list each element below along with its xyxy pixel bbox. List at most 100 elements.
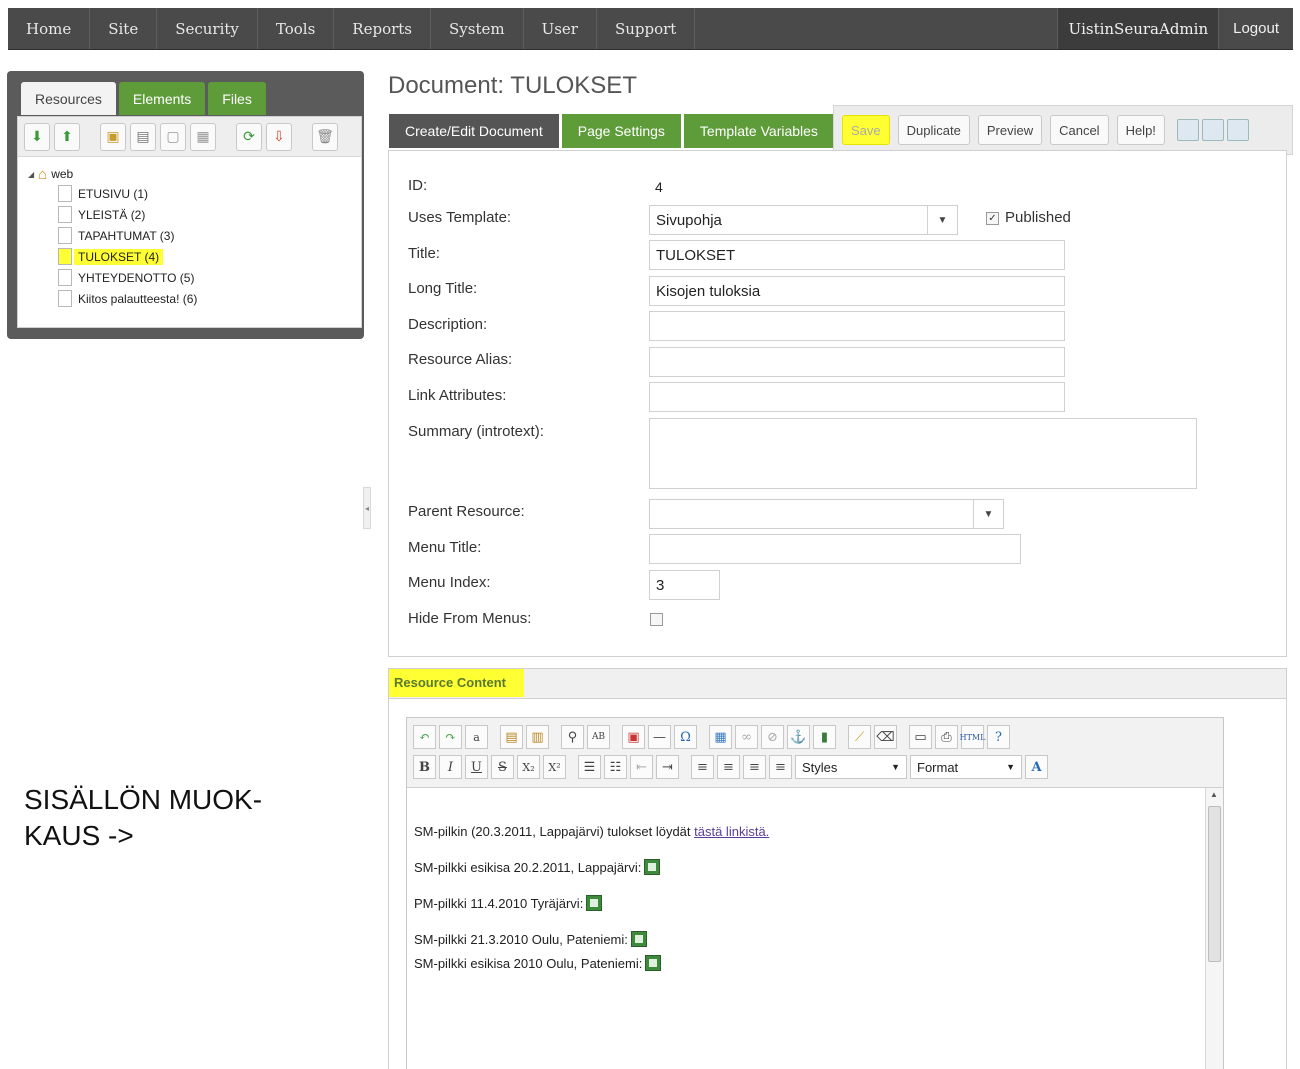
- nav-tools[interactable]: Tools: [258, 8, 335, 49]
- duplicate-button[interactable]: Duplicate: [897, 115, 970, 145]
- chevron-down-icon[interactable]: ▼: [973, 500, 1003, 528]
- unlink-icon[interactable]: ⊘: [761, 725, 784, 749]
- cancel-button[interactable]: Cancel: [1050, 115, 1109, 145]
- trash-icon[interactable]: 🗑: [312, 122, 338, 151]
- tree-node-yleista[interactable]: YLEISTÄ (2): [58, 204, 361, 225]
- tab-elements[interactable]: Elements: [118, 82, 206, 115]
- nav-reports[interactable]: Reports: [334, 8, 431, 49]
- parent-resource-select[interactable]: ▼: [649, 499, 1004, 529]
- spreadsheet-icon[interactable]: [644, 859, 661, 875]
- cleanup-icon[interactable]: ⟋: [848, 725, 871, 749]
- tab-page-settings[interactable]: Page Settings: [561, 114, 681, 148]
- find-icon[interactable]: ⚲: [561, 725, 584, 749]
- nav-security[interactable]: Security: [157, 8, 258, 49]
- title-input[interactable]: TULOKSET: [649, 240, 1065, 270]
- scrollbar-thumb[interactable]: [1208, 806, 1221, 962]
- tree-root-web[interactable]: ◢ ⌂ web: [28, 165, 361, 183]
- align-left-icon[interactable]: ≡: [691, 755, 714, 779]
- summary-textarea[interactable]: [649, 418, 1197, 489]
- strikethrough-icon[interactable]: S: [491, 755, 514, 779]
- nav-support[interactable]: Support: [597, 8, 696, 49]
- preview-button[interactable]: Preview: [977, 115, 1043, 145]
- bullet-list-icon[interactable]: ☰: [578, 755, 601, 779]
- select-all-icon[interactable]: a: [465, 725, 488, 749]
- layout-right-icon[interactable]: [1201, 119, 1224, 141]
- tree-node-tapahtumat[interactable]: TAPAHTUMAT (3): [58, 225, 361, 246]
- link-attributes-input[interactable]: [649, 382, 1065, 412]
- anchor-icon[interactable]: ⚓: [787, 725, 810, 749]
- print-icon[interactable]: ⎙: [935, 725, 958, 749]
- special-char-icon[interactable]: Ω: [674, 725, 697, 749]
- text-color-icon[interactable]: A: [1025, 755, 1048, 779]
- alias-input[interactable]: [649, 347, 1065, 377]
- menu-title-input[interactable]: [649, 534, 1021, 564]
- collapse-all-icon[interactable]: ⬆: [54, 122, 80, 151]
- layout-left-icon[interactable]: [1176, 119, 1199, 141]
- help-button[interactable]: Help!: [1116, 115, 1165, 145]
- paste-icon[interactable]: ▤: [500, 725, 523, 749]
- align-center-icon[interactable]: ≡: [717, 755, 740, 779]
- sort-icon[interactable]: ⇩: [266, 122, 292, 151]
- italic-icon[interactable]: I: [439, 755, 462, 779]
- nav-user[interactable]: User: [524, 8, 597, 49]
- redo-icon[interactable]: ↷: [439, 725, 462, 749]
- styles-dropdown[interactable]: Styles ▼: [795, 755, 907, 779]
- longtitle-input[interactable]: Kisojen tuloksia: [649, 276, 1065, 306]
- expand-all-icon[interactable]: ⬇: [24, 122, 50, 151]
- tree-node-yhteydenotto[interactable]: YHTEYDENOTTO (5): [58, 267, 361, 288]
- template-icon[interactable]: ▭: [909, 725, 932, 749]
- tree-node-kiitos[interactable]: Kiitos palautteesta! (6): [58, 288, 361, 309]
- menu-index-input[interactable]: 3: [649, 570, 720, 600]
- save-button[interactable]: Save: [842, 115, 890, 145]
- insert-media-icon[interactable]: ▣: [622, 725, 645, 749]
- replace-icon[interactable]: AB: [587, 725, 610, 749]
- editor-scrollbar[interactable]: ▲: [1205, 788, 1223, 1069]
- current-user[interactable]: UistinSeuraAdmin: [1057, 8, 1219, 49]
- published-checkbox[interactable]: ✓: [986, 212, 999, 225]
- editor-content-area[interactable]: SM-pilkin (20.3.2011, Lappajärvi) tuloks…: [407, 788, 1223, 1069]
- subscript-icon[interactable]: X₂: [517, 755, 540, 779]
- hide-from-menus-checkbox[interactable]: [650, 613, 663, 626]
- indent-icon[interactable]: ⇥: [656, 755, 679, 779]
- nav-system[interactable]: System: [431, 8, 524, 49]
- paste-word-icon[interactable]: ▥: [526, 725, 549, 749]
- superscript-icon[interactable]: X²: [543, 755, 566, 779]
- scroll-up-icon[interactable]: ▲: [1210, 790, 1218, 799]
- new-document-icon[interactable]: ▣: [100, 122, 126, 151]
- format-dropdown[interactable]: Format ▼: [910, 755, 1022, 779]
- tab-template-variables[interactable]: Template Variables: [683, 114, 834, 148]
- nav-home[interactable]: Home: [8, 8, 91, 49]
- undo-icon[interactable]: ↶: [413, 725, 436, 749]
- tree-node-tulokset[interactable]: TULOKSET (4): [58, 246, 361, 267]
- tab-create-edit-document[interactable]: Create/Edit Document: [389, 114, 559, 148]
- html-source-icon[interactable]: HTML: [960, 725, 985, 749]
- template-select[interactable]: Sivupohja ▼: [649, 205, 958, 235]
- tab-files[interactable]: Files: [208, 82, 266, 115]
- bold-icon[interactable]: B: [413, 755, 436, 779]
- layout-full-icon[interactable]: [1226, 119, 1249, 141]
- align-justify-icon[interactable]: ≡: [769, 755, 792, 779]
- link-icon[interactable]: ∞: [735, 725, 758, 749]
- expand-arrow-icon[interactable]: ◢: [28, 170, 34, 179]
- numbered-list-icon[interactable]: ☷: [604, 755, 627, 779]
- spreadsheet-icon[interactable]: [586, 895, 603, 911]
- new-symlink-icon[interactable]: ▢: [160, 122, 186, 151]
- insert-image-icon[interactable]: ▦: [709, 725, 732, 749]
- spreadsheet-icon[interactable]: [630, 931, 647, 947]
- description-input[interactable]: [649, 311, 1065, 341]
- underline-icon[interactable]: U: [465, 755, 488, 779]
- tree-node-etusivu[interactable]: ETUSIVU (1): [58, 183, 361, 204]
- panel-collapse-handle[interactable]: ◂: [363, 487, 371, 529]
- nav-site[interactable]: Site: [90, 8, 158, 49]
- align-right-icon[interactable]: ≡: [743, 755, 766, 779]
- insert-flash-icon[interactable]: ▮: [813, 725, 836, 749]
- outdent-icon[interactable]: ⇤: [630, 755, 653, 779]
- logout-button[interactable]: Logout: [1218, 8, 1293, 49]
- new-static-resource-icon[interactable]: ▦: [190, 122, 216, 151]
- help-icon[interactable]: ?: [987, 725, 1010, 749]
- new-weblink-icon[interactable]: ▤: [130, 122, 156, 151]
- results-link[interactable]: tästä linkistä.: [694, 824, 769, 839]
- chevron-down-icon[interactable]: ▼: [927, 206, 957, 234]
- eraser-icon[interactable]: ⌫: [874, 725, 897, 749]
- tab-resources[interactable]: Resources: [21, 82, 116, 115]
